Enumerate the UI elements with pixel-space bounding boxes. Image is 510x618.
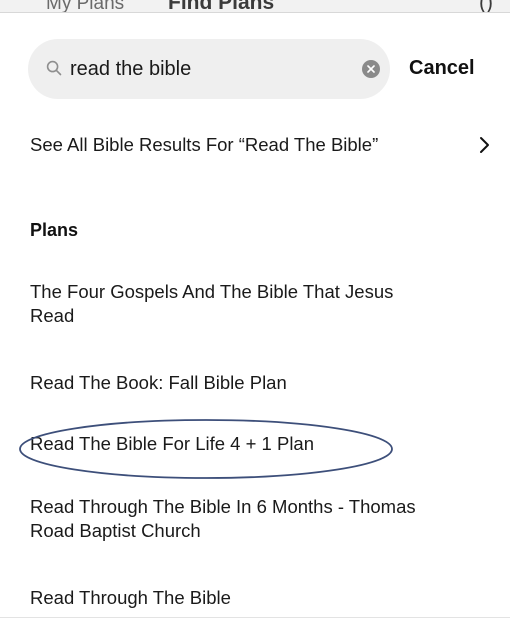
plans-section-header: Plans bbox=[30, 220, 79, 240]
plan-item[interactable]: The Four Gospels And The Bible That Jesu… bbox=[30, 280, 420, 328]
clear-icon bbox=[367, 65, 375, 73]
plan-item[interactable]: Read The Book: Fall Bible Plan bbox=[30, 371, 420, 395]
plan-item[interactable]: Read Through The Bible bbox=[30, 586, 420, 610]
search-bar[interactable] bbox=[28, 39, 390, 99]
search-input[interactable] bbox=[70, 51, 350, 87]
search-icon bbox=[46, 60, 62, 76]
plan-item[interactable]: Read Through The Bible In 6 Months - Tho… bbox=[30, 495, 420, 543]
search-sheet: Cancel See All Bible Results For “Read T… bbox=[0, 12, 510, 618]
see-all-results-label: See All Bible Results For “Read The Bibl… bbox=[30, 134, 379, 155]
clear-search-button[interactable] bbox=[362, 60, 380, 78]
cancel-button[interactable]: Cancel bbox=[409, 57, 475, 80]
see-all-bible-results-row[interactable]: See All Bible Results For “Read The Bibl… bbox=[0, 119, 510, 173]
plan-item-highlighted[interactable]: Read The Bible For Life 4 + 1 Plan bbox=[30, 432, 420, 456]
chevron-right-icon bbox=[480, 137, 489, 153]
